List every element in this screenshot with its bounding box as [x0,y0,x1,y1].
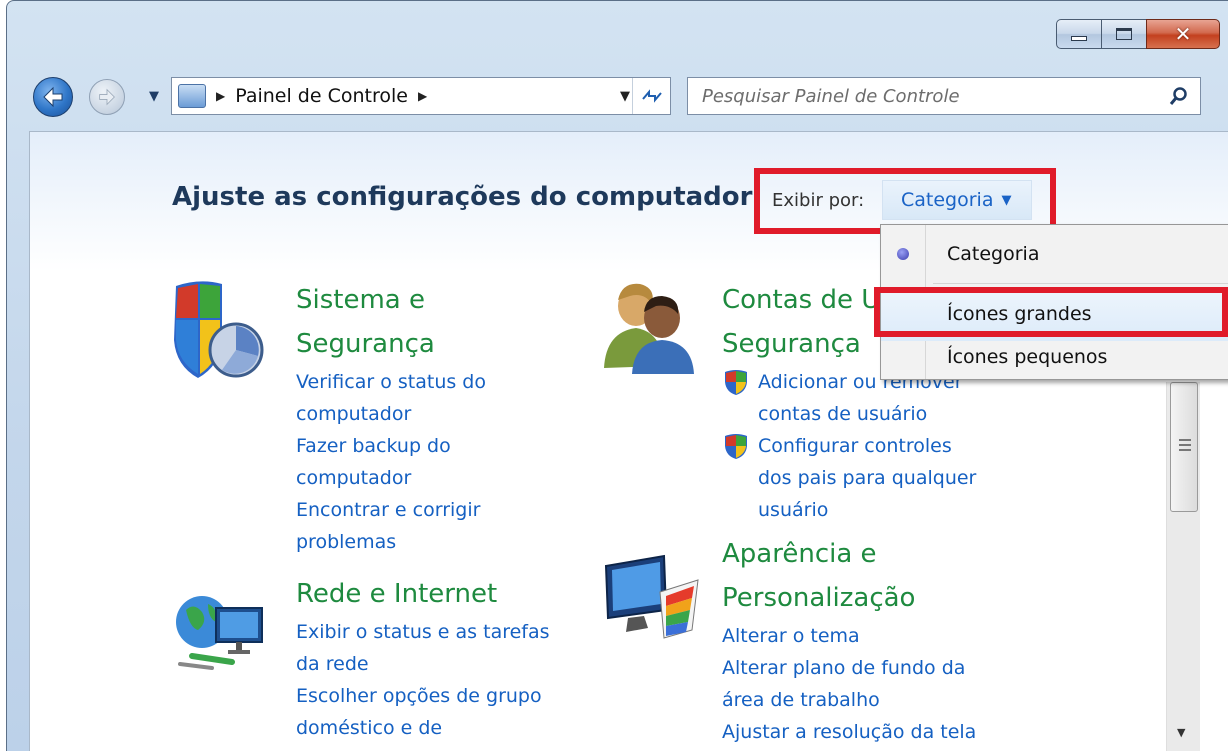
search-icon[interactable] [1168,86,1188,106]
shield-icon [174,281,264,378]
category-appearance: Aparência e Personalização Alterar o tem… [722,532,1022,748]
minimize-button[interactable] [1056,19,1102,49]
scroll-down-arrow-icon[interactable]: ▼ [1177,726,1185,739]
forward-button[interactable] [89,79,125,115]
network-globe-icon [176,596,263,670]
link-parental-controls[interactable]: dos pais para qualquer [722,462,1022,494]
refresh-button[interactable] [632,78,670,114]
category-title[interactable]: Segurança [296,322,616,366]
link-backup[interactable]: computador [296,462,616,494]
link-homegroup[interactable]: doméstico e de [296,712,616,744]
category-title[interactable]: Aparência e [722,532,1022,576]
scroll-thumb[interactable] [1170,382,1198,512]
refresh-icon [641,89,662,103]
back-button[interactable] [33,77,73,117]
radio-selected-icon [897,248,909,260]
content-area: Ajuste as configurações do computador Ex… [29,131,1228,751]
maximize-icon [1116,28,1132,40]
arrow-left-icon [43,86,63,108]
link-change-background[interactable]: área de trabalho [722,684,1022,716]
page-title: Ajuste as configurações do computador [172,182,753,212]
search-box[interactable] [687,77,1201,115]
link-screen-resolution[interactable]: Ajustar a resolução da tela [722,716,1022,748]
link-network-status[interactable]: da rede [296,648,616,680]
link-parental-controls-row: Configurar controles dos pais para qualq… [722,430,1022,526]
close-icon: ✕ [1174,22,1192,46]
link-network-status[interactable]: Exibir o status e as tarefas [296,616,616,648]
menu-item-small-icons[interactable]: Ícones pequenos [881,335,1228,379]
uac-shield-icon [725,370,747,395]
uac-shield-icon [725,434,747,459]
arrow-right-icon [99,88,115,106]
link-backup[interactable]: Fazer backup do [296,430,616,462]
category-title[interactable]: Rede e Internet [296,572,616,616]
link-add-remove-accounts[interactable]: contas de usuário [722,398,1022,430]
highlight-box-large-icons [874,287,1228,337]
search-input[interactable] [702,85,1162,107]
control-panel-icon [178,84,206,108]
window-frame: ✕ ▼ ▶ Painel de Controle ▶ ▼ Pesquisar P… [6,0,1228,751]
link-change-background[interactable]: Alterar plano de fundo da [722,652,1022,684]
menu-separator [933,283,1228,284]
address-dropdown-icon[interactable]: ▼ [620,89,630,104]
scroll-grip-icon [1179,439,1191,454]
link-check-status[interactable]: computador [296,398,616,430]
link-troubleshoot[interactable]: Encontrar e corrigir [296,494,616,526]
user-accounts-icon [604,283,694,374]
caption-buttons: ✕ [1056,19,1220,49]
category-network-internet: Rede e Internet Exibir o status e as tar… [296,572,616,744]
category-system-security: Sistema e Segurança Verificar o status d… [296,278,616,558]
minimize-icon [1071,35,1087,41]
link-parental-controls[interactable]: usuário [722,494,1022,526]
link-troubleshoot[interactable]: problemas [296,526,616,558]
vertical-scrollbar[interactable]: ▼ [1166,382,1200,751]
breadcrumb-arrow-icon[interactable]: ▶ [418,89,427,103]
close-button[interactable]: ✕ [1146,19,1220,49]
link-change-theme[interactable]: Alterar o tema [722,620,1022,652]
breadcrumb-control-panel[interactable]: Painel de Controle [235,85,408,107]
category-title[interactable]: Personalização [722,576,1022,620]
link-homegroup[interactable]: Escolher opções de grupo [296,680,616,712]
menu-item-category[interactable]: Categoria [881,227,1228,281]
navigation-bar: ▼ ▶ Painel de Controle ▶ ▼ [31,73,1207,117]
address-bar[interactable]: ▶ Painel de Controle ▶ ▼ [171,77,671,115]
link-check-status[interactable]: Verificar o status do [296,366,616,398]
maximize-button[interactable] [1101,19,1147,49]
appearance-monitor-icon [604,554,699,639]
recent-pages-icon[interactable]: ▼ [149,89,159,104]
menu-item-label: Ícones pequenos [947,346,1108,368]
menu-item-label: Categoria [947,243,1040,265]
breadcrumb-arrow-icon[interactable]: ▶ [216,89,225,103]
category-title[interactable]: Sistema e [296,278,616,322]
link-parental-controls[interactable]: Configurar controles [722,430,1022,462]
